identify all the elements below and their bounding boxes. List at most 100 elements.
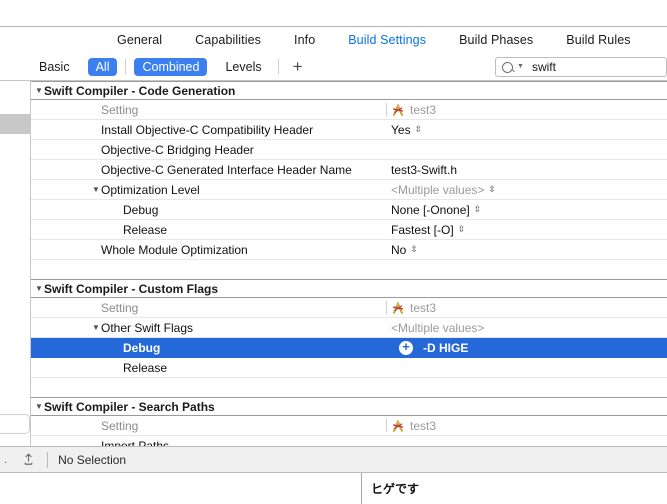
target-column-header: test3 [391,301,436,315]
disclosure-triangle-icon[interactable]: ▼ [34,402,44,411]
table-column-header-row: Setting test3 [31,416,667,436]
bottom-pane-divider [361,473,362,504]
filter-basic-button[interactable]: Basic [31,58,78,76]
setting-label: Release [123,360,168,375]
setting-label: Objective-C Generated Interface Header N… [101,162,352,177]
stepper-icon[interactable]: ⇳ [410,245,417,254]
setting-value[interactable]: test3-Swift.h [391,163,457,177]
target-name: test3 [410,300,437,315]
setting-value[interactable]: <Multiple values> [391,321,484,335]
setting-column-header: Setting [101,102,139,117]
setting-value[interactable]: -D HIGE [423,341,468,355]
stepper-icon[interactable]: ⇳ [474,205,481,214]
xcode-target-icon [392,419,404,432]
selection-status-text: No Selection [58,452,127,467]
settings-group-title: Swift Compiler - Custom Flags [44,281,219,296]
filter-divider-1 [125,59,127,74]
navigator-filter-field[interactable] [0,414,30,434]
disclosure-triangle-icon[interactable]: ▼ [91,185,101,194]
setting-value[interactable]: None [-Onone] ⇳ [391,202,481,217]
settings-group-header[interactable]: ▼ Swift Compiler - Code Generation [31,81,667,100]
stepper-icon[interactable]: ⇳ [488,185,495,194]
setting-value[interactable]: Fastest [-O] ⇳ [391,223,465,237]
status-bar: . No Selection [0,446,667,473]
jumpbar-left-dot: . [4,453,8,466]
chevron-down-icon[interactable]: ▼ [517,63,524,71]
table-row[interactable]: Install Objective-C Compatibility Header… [31,120,667,140]
search-input-value[interactable]: swift [532,60,556,74]
table-row[interactable]: Whole Module Optimization No ⇳ [31,240,667,260]
setting-label: Import Paths [101,438,170,447]
table-row[interactable]: Objective-C Generated Interface Header N… [31,160,667,180]
setting-label: Debug [123,202,159,217]
column-separator [386,301,387,314]
add-value-icon[interactable]: + [399,340,413,355]
disclosure-triangle-icon[interactable]: ▼ [91,323,101,332]
target-column-header: test3 [391,419,436,433]
disclosure-triangle-icon[interactable]: ▼ [34,284,44,293]
filter-combined-button[interactable]: Combined [134,57,208,76]
setting-column-header: Setting [101,300,139,315]
filter-levels-button[interactable]: Levels [217,58,269,76]
navigator-strip [0,81,31,446]
xcode-build-settings-window: General Capabilities Info Build Settings… [0,0,667,504]
setting-column-header: Setting [101,418,139,433]
setting-label: Other Swift Flags [101,320,194,335]
setting-value-text: No [391,242,407,257]
table-row[interactable]: Release [31,358,667,378]
setting-value-text: None [-Onone] [391,202,470,217]
settings-group-header[interactable]: ▼ Swift Compiler - Custom Flags [31,279,667,298]
navigator-selected-item[interactable] [0,114,30,134]
table-row[interactable]: Release Fastest [-O] ⇳ [31,220,667,240]
bottom-pane: ヒゲです [0,473,667,504]
stepper-icon[interactable]: ⇳ [458,225,465,234]
xcode-target-icon [392,103,404,116]
setting-value[interactable]: Yes ⇳ [391,122,422,137]
tab-build-phases[interactable]: Build Phases [459,33,533,47]
filter-all-button[interactable]: All [87,57,118,76]
tab-build-rules[interactable]: Build Rules [566,33,630,47]
xcode-target-icon [392,301,404,314]
setting-label: Objective-C Bridging Header [101,142,254,157]
setting-value[interactable]: No ⇳ [391,242,418,257]
table-row-expandable[interactable]: ▼ Other Swift Flags <Multiple values> [31,318,667,338]
console-output-text: ヒゲです [371,482,420,496]
share-upload-icon[interactable] [22,452,35,467]
target-name: test3 [410,102,437,117]
tab-general[interactable]: General [117,33,162,47]
table-column-header-row: Setting test3 [31,100,667,120]
table-row[interactable]: Objective-C Bridging Header [31,140,667,160]
tab-capabilities[interactable]: Capabilities [195,33,261,47]
search-field[interactable]: ▼ swift [495,57,667,77]
setting-value-text: Yes [391,122,411,137]
build-settings-filter-bar: Basic All Combined Levels + ▼ swift [0,53,667,81]
column-separator [386,103,387,116]
table-spacer [31,378,667,397]
editor-toolbar-area [0,0,667,27]
filter-divider-2 [277,59,279,74]
target-name: test3 [410,418,437,433]
table-row-expandable[interactable]: ▼ Optimization Level <Multiple values> ⇳ [31,180,667,200]
setting-label: Debug [123,340,161,355]
search-icon [502,61,513,73]
table-row[interactable]: Import Paths [31,436,667,447]
setting-value-text: <Multiple values> [391,182,485,197]
target-column-header: test3 [391,103,436,117]
disclosure-triangle-icon[interactable]: ▼ [34,86,44,95]
column-separator [386,419,387,432]
add-setting-button[interactable]: + [287,58,309,75]
build-settings-table: ▼ Swift Compiler - Code Generation Setti… [31,81,667,446]
table-column-header-row: Setting test3 [31,298,667,318]
stepper-icon[interactable]: ⇳ [415,125,422,134]
table-row[interactable]: Debug None [-Onone] ⇳ [31,200,667,220]
setting-label: Install Objective-C Compatibility Header [101,122,314,137]
settings-group-header[interactable]: ▼ Swift Compiler - Search Paths [31,397,667,416]
table-row-selected[interactable]: Debug + -D HIGE [31,338,667,358]
setting-value[interactable]: <Multiple values> ⇳ [391,182,496,197]
tab-info[interactable]: Info [294,33,315,47]
setting-label: Whole Module Optimization [101,242,248,257]
settings-group-title: Swift Compiler - Search Paths [44,399,215,414]
editor-tab-bar: General Capabilities Info Build Settings… [0,27,667,53]
statusbar-divider [47,451,49,468]
tab-build-settings[interactable]: Build Settings [348,33,426,47]
